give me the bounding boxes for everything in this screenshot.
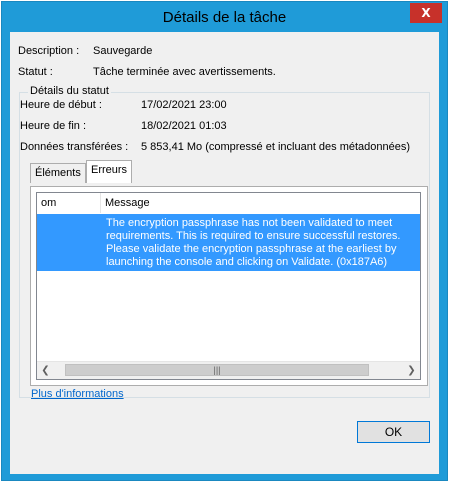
scroll-right-icon[interactable]: ❯	[405, 364, 418, 377]
status-label: Statut :	[18, 66, 53, 78]
start-time-label: Heure de début :	[20, 99, 102, 111]
description-value: Sauvegarde	[93, 45, 153, 57]
end-time-label: Heure de fin :	[20, 120, 87, 132]
error-message: The encryption passphrase has not been v…	[106, 217, 401, 268]
more-info-link[interactable]: Plus d'informations	[31, 388, 124, 400]
column-header-message[interactable]: Message	[101, 193, 420, 213]
description-label: Description :	[18, 45, 80, 57]
window-title: Détails de la tâche	[162, 9, 287, 26]
status-value: Tâche terminée avec avertissements.	[93, 66, 276, 78]
column-header-message-label: Message	[105, 197, 150, 209]
errors-list[interactable]: om Message The encryption passphrase has…	[36, 192, 421, 380]
close-icon: X	[421, 6, 431, 20]
status-details-title: Détails du statut	[28, 85, 111, 97]
horizontal-scrollbar[interactable]: ❮ ||| ❯	[37, 361, 420, 379]
scroll-left-icon[interactable]: ❮	[39, 364, 52, 377]
table-row[interactable]: The encryption passphrase has not been v…	[37, 214, 420, 271]
column-header-name[interactable]: om	[37, 193, 101, 213]
column-header-name-label: om	[41, 197, 57, 209]
tab-errors[interactable]: Erreurs	[86, 160, 133, 183]
tab-elements[interactable]: Éléments	[30, 163, 86, 183]
ok-button[interactable]: OK	[357, 421, 430, 443]
end-time-value: 18/02/2021 01:03	[141, 120, 227, 132]
close-button[interactable]: X	[410, 3, 442, 23]
tab-errors-label: Erreurs	[91, 164, 128, 176]
title-bar[interactable]: Détails de la tâche X	[2, 2, 447, 32]
tab-elements-label: Éléments	[35, 167, 81, 179]
start-time-value: 17/02/2021 23:00	[141, 99, 227, 111]
data-transferred-value: 5 853,41 Mo (compressé et incluant des m…	[141, 141, 411, 153]
data-transferred-label: Données transférées :	[20, 141, 129, 153]
scrollbar-thumb[interactable]: |||	[65, 364, 369, 376]
task-details-window: Détails de la tâche X Description : Sauv…	[1, 1, 448, 481]
dialog-body: Description : Sauvegarde Statut : Tâche …	[10, 32, 439, 474]
errors-tab-panel: om Message The encryption passphrase has…	[30, 186, 428, 386]
